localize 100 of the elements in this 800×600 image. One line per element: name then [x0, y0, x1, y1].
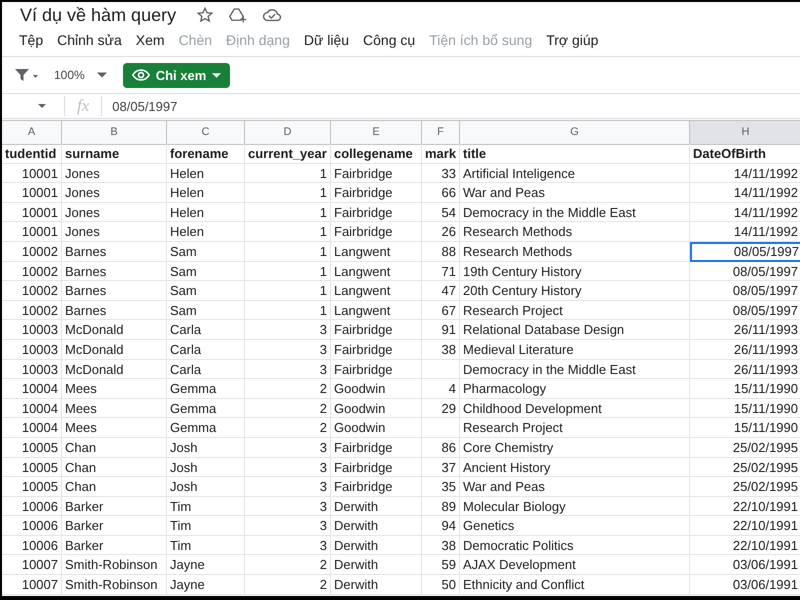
table-cell: Carla: [167, 340, 245, 360]
cloud-check-icon[interactable]: [262, 7, 282, 23]
column-header[interactable]: A: [2, 121, 62, 145]
table-cell: 10003: [2, 340, 62, 360]
menu-item[interactable]: Dữ liệu: [296, 32, 356, 48]
table-cell: Derwith: [331, 555, 422, 576]
table-cell: 10001: [2, 164, 62, 184]
table-cell: surname: [62, 144, 167, 164]
table-cell: Fairbridge: [331, 202, 422, 222]
table-cell: Derwith: [331, 516, 422, 536]
table-cell: 26/11/1993: [690, 320, 800, 340]
table-cell: 2: [245, 555, 331, 576]
table-cell: 26/11/1993: [690, 340, 800, 360]
table-cell: Fairbridge: [331, 458, 422, 478]
table-cell: Democracy in the Middle East: [460, 360, 690, 380]
table-cell: 89: [422, 496, 460, 516]
table-cell: 10004: [2, 398, 62, 418]
column-header[interactable]: G: [460, 121, 690, 145]
table-cell: 86: [422, 438, 460, 458]
menu-item[interactable]: Công cụ: [356, 32, 422, 48]
table-cell: 3: [245, 340, 331, 360]
column-header[interactable]: E: [331, 121, 422, 145]
document-title: Ví dụ về hàm query: [20, 4, 176, 26]
table-cell: 1: [245, 300, 331, 320]
table-cell: Josh: [167, 458, 245, 478]
table-cell: Goodwin: [331, 418, 422, 438]
table-cell: 3: [245, 516, 331, 536]
caret-icon: [212, 72, 222, 78]
table-cell: Carla: [167, 360, 245, 380]
table-cell: Langwent: [331, 242, 422, 262]
table-cell: Goodwin: [331, 379, 422, 399]
table-cell: 29: [422, 398, 460, 418]
eye-icon: [132, 69, 150, 81]
table-cell: Democratic Politics: [460, 536, 690, 556]
table-cell: tudentid: [2, 144, 62, 164]
table-cell: 66: [422, 183, 460, 203]
table-cell: Artificial Inteligence: [460, 164, 690, 184]
table-cell: DateOfBirth: [690, 144, 800, 164]
table-cell: Tim: [167, 536, 245, 556]
table-cell: 10007: [2, 555, 62, 576]
table-cell: 91: [422, 320, 460, 340]
table-cell: Barnes: [62, 242, 167, 262]
table-cell: title: [460, 144, 690, 164]
table-cell: 10006: [2, 516, 62, 536]
table-cell: 26: [422, 222, 460, 242]
table-cell: Ancient History: [460, 458, 690, 478]
table-cell: 25/02/1995: [690, 458, 800, 478]
menu-item[interactable]: Tệp: [12, 32, 50, 48]
table-cell: Carla: [167, 320, 245, 340]
table-cell: War and Peas: [460, 183, 690, 203]
caret-icon: [96, 72, 107, 78]
table-cell: Fairbridge: [331, 340, 422, 360]
table-cell: 3: [245, 496, 331, 516]
table-cell: Democracy in the Middle East: [460, 202, 690, 222]
table-cell: 10002: [2, 242, 62, 262]
column-header[interactable]: F: [422, 121, 460, 145]
column-header[interactable]: D: [245, 121, 331, 145]
table-cell: 22/10/1991: [690, 536, 800, 556]
fx-label: fx: [64, 96, 102, 116]
table-cell: Derwith: [331, 496, 422, 516]
table-cell: Jayne: [167, 575, 245, 595]
table-cell: AJAX Development: [460, 555, 690, 576]
table-cell: Genetics: [460, 516, 690, 536]
table-cell: Helen: [167, 183, 245, 203]
table-cell: Smith-Robinson: [62, 575, 167, 595]
table-cell: 10001: [2, 222, 62, 242]
table-cell: 3: [245, 360, 331, 380]
table-cell: Sam: [167, 300, 245, 320]
filter-icon[interactable]: [14, 68, 38, 82]
caret-icon[interactable]: [38, 104, 46, 108]
table-cell: Tim: [167, 496, 245, 516]
column-header[interactable]: B: [62, 121, 167, 145]
table-cell: 08/05/1997: [690, 281, 800, 301]
column-header[interactable]: C: [167, 121, 245, 145]
table-cell: 10002: [2, 300, 62, 320]
table-cell: 1: [245, 281, 331, 301]
table-cell: Smith-Robinson: [62, 555, 167, 576]
table-cell: 22/10/1991: [690, 496, 800, 516]
table-cell: Derwith: [331, 536, 422, 556]
table-cell: [422, 360, 460, 380]
table-cell: 1: [245, 262, 331, 282]
table-cell: Barnes: [62, 281, 167, 301]
drive-add-icon[interactable]: [228, 6, 248, 24]
table-cell: War and Peas: [460, 477, 690, 497]
table-cell: Josh: [167, 477, 245, 497]
column-header[interactable]: H: [690, 121, 800, 145]
table-cell: Sam: [167, 281, 245, 301]
menu-item[interactable]: Chỉnh sửa: [50, 32, 129, 48]
table-cell: Research Project: [460, 300, 690, 320]
table-cell: 10001: [2, 202, 62, 222]
table-cell: 19th Century History: [460, 262, 690, 282]
view-only-button[interactable]: Chỉ xem: [122, 62, 230, 88]
table-cell: Jones: [62, 183, 167, 203]
table-cell: 10004: [2, 418, 62, 438]
zoom-dropdown[interactable]: 100%: [54, 68, 107, 82]
formula-input[interactable]: 08/05/1997: [102, 98, 178, 114]
menu-item[interactable]: Xem: [128, 32, 172, 48]
table-cell: Barker: [62, 516, 167, 536]
menu-item[interactable]: Trợ giúp: [539, 32, 606, 48]
star-icon[interactable]: [196, 6, 214, 24]
